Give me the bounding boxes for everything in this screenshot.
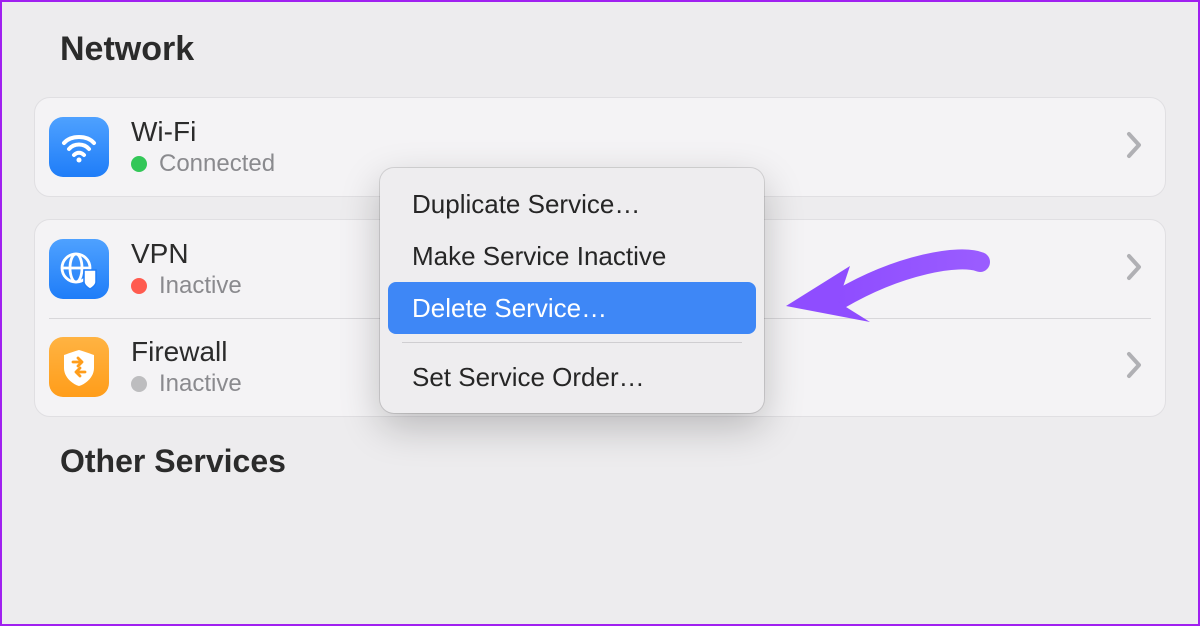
wifi-icon	[49, 117, 109, 177]
wifi-title: Wi-Fi	[131, 116, 1125, 148]
status-dot-icon	[131, 278, 147, 294]
menu-duplicate-service[interactable]: Duplicate Service…	[388, 178, 756, 230]
menu-make-inactive[interactable]: Make Service Inactive	[388, 230, 756, 282]
vpn-status-label: Inactive	[159, 272, 242, 300]
globe-shield-icon	[49, 239, 109, 299]
menu-separator	[402, 342, 742, 343]
status-dot-icon	[131, 156, 147, 172]
section-title: Network	[60, 30, 1166, 69]
menu-set-service-order[interactable]: Set Service Order…	[388, 351, 756, 403]
firewall-status-label: Inactive	[159, 370, 242, 398]
chevron-right-icon	[1125, 252, 1143, 287]
other-section-title: Other Services	[60, 443, 1166, 480]
status-dot-icon	[131, 376, 147, 392]
menu-delete-service[interactable]: Delete Service…	[388, 282, 756, 334]
wifi-status-label: Connected	[159, 150, 275, 178]
chevron-right-icon	[1125, 130, 1143, 165]
context-menu: Duplicate Service… Make Service Inactive…	[380, 168, 764, 413]
chevron-right-icon	[1125, 350, 1143, 385]
firewall-shield-icon	[49, 337, 109, 397]
